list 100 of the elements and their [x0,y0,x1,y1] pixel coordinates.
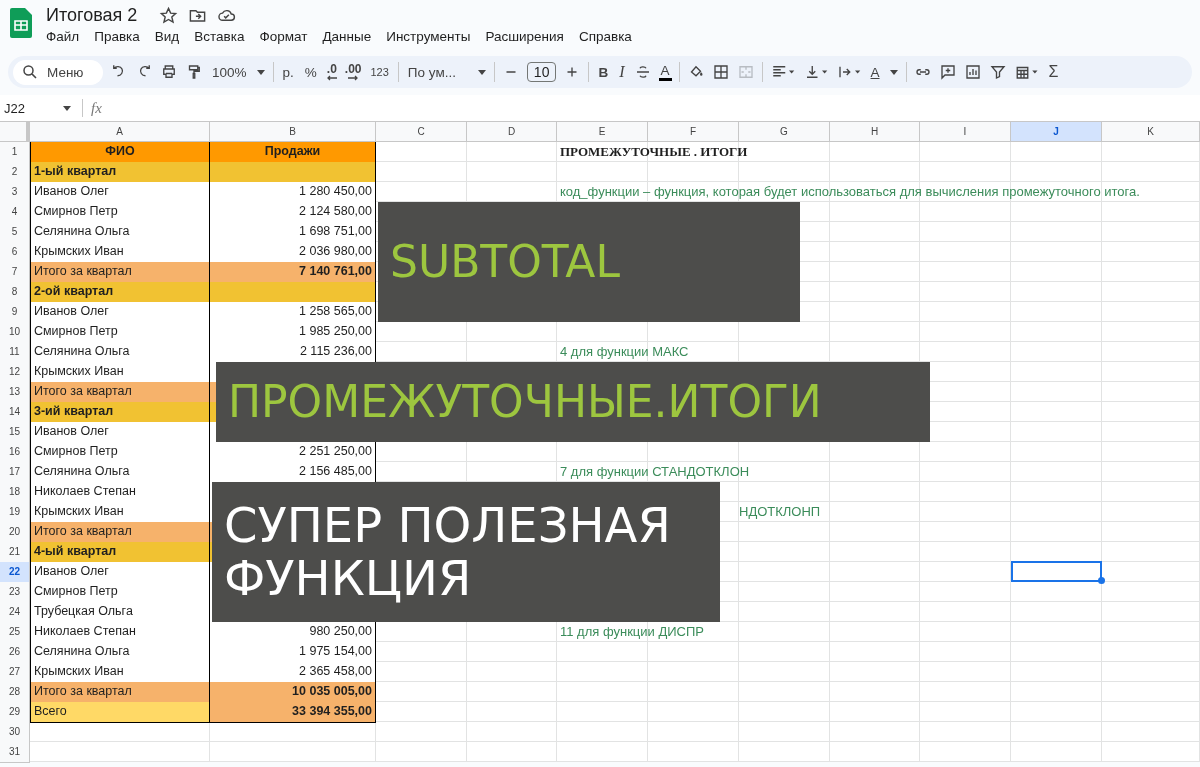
table-cell: Иванов Олег [30,302,210,323]
table-cell-text: НДОТКЛОНП [739,503,822,521]
row-header[interactable]: 25 [0,622,30,643]
menu-item[interactable]: Справка [578,29,632,44]
table-cell: Крымских Иван [30,502,210,523]
print-icon[interactable] [160,63,178,81]
row-header[interactable]: 1 [0,142,30,163]
document-title[interactable]: Итоговая 2 [46,4,138,26]
text-color-button[interactable]: A [658,63,672,81]
row-header[interactable]: 8 [0,282,30,303]
menu-item[interactable]: Данные [322,29,372,44]
font-size-field[interactable]: 10 [526,62,557,82]
row-header[interactable]: 27 [0,662,30,683]
row-header[interactable]: 24 [0,602,30,623]
column-header[interactable]: K [1102,122,1200,142]
menu-item[interactable]: Вставка [194,29,245,44]
add-comment-icon[interactable] [938,63,957,81]
column-header[interactable]: J [1011,122,1102,142]
row-header[interactable]: 10 [0,322,30,343]
caret-icon[interactable] [888,67,899,77]
format-button[interactable]: 123 [368,66,391,78]
merge-cells-icon[interactable] [736,63,755,81]
column-header[interactable]: C [376,122,467,142]
bold-button[interactable]: B [596,64,611,80]
menu-search-field[interactable]: Меню [13,59,103,85]
table-cell: Итого за квартал [30,682,210,703]
table-cell: Итого за квартал [30,262,210,283]
italic-button[interactable]: I [617,63,627,81]
column-header[interactable]: B [210,122,376,142]
menu-item[interactable]: Файл [46,29,80,44]
table-cell: Иванов Олег [30,182,210,203]
row-header[interactable]: 23 [0,582,30,603]
row-header[interactable]: 4 [0,202,30,223]
menu-item[interactable]: Инструменты [386,29,471,44]
font-dropdown[interactable]: По ум... [405,64,470,80]
column-header[interactable]: H [830,122,920,142]
text-rotation-button[interactable]: A [868,64,882,80]
table-cell: 2 115 236,00 [210,342,376,363]
row-header[interactable]: 18 [0,482,30,503]
table-cell: 1 280 450,00 [210,182,376,203]
row-header[interactable]: 19 [0,502,30,523]
decrease-decimal-button[interactable]: .0 [326,63,337,75]
row-header[interactable]: 26 [0,642,30,663]
column-header[interactable]: G [739,122,830,142]
row-header[interactable]: 14 [0,402,30,423]
table-cell: 33 394 355,00 [210,702,376,723]
menu-item[interactable]: Правка [94,29,140,44]
row-header[interactable]: 15 [0,422,30,443]
row-header[interactable]: 6 [0,242,30,263]
increase-decimal-button[interactable]: .00 [344,63,362,75]
table-cell: 1 258 565,00 [210,302,376,323]
row-header[interactable]: 16 [0,442,30,463]
table-cell: 1 698 751,00 [210,222,376,243]
table-cell-text: 11 для функции ДИСПР [559,623,705,641]
row-header[interactable]: 2 [0,162,30,183]
star-icon[interactable] [159,5,179,25]
row-header[interactable]: 12 [0,362,30,383]
table-cell: 1 975 154,00 [210,642,376,663]
table-cell: Николаев Степан [30,482,210,503]
table-cell-text: 4 для функции МАКС [559,343,690,361]
fill-handle[interactable] [1098,577,1105,584]
zoom-dropdown[interactable]: 100% [210,64,249,80]
row-header[interactable]: 28 [0,682,30,703]
table-cell: 980 250,00 [210,622,376,643]
cell-name-box[interactable]: J22 [4,100,62,116]
functions-button[interactable]: Σ [1046,63,1061,81]
menu-item[interactable]: Расширения [485,29,564,44]
column-header[interactable]: E [557,122,648,142]
menu-item[interactable]: Вид [154,29,180,44]
chart-icon[interactable] [963,63,982,81]
column-header[interactable]: F [648,122,739,142]
column-header[interactable]: I [920,122,1011,142]
row-header[interactable]: 21 [0,542,30,563]
column-header[interactable]: D [467,122,557,142]
caret-icon[interactable] [476,67,487,77]
sheets-logo-icon[interactable] [10,8,32,38]
caret-icon[interactable] [255,67,266,77]
row-header[interactable]: 13 [0,382,30,403]
menu-item[interactable]: Формат [259,29,308,44]
cell-selection[interactable] [1011,561,1102,582]
row-header[interactable]: 11 [0,342,30,363]
table-cell: Смирнов Петр [30,582,210,603]
filter-icon[interactable] [988,63,1007,81]
percent-button[interactable]: % [302,64,319,80]
row-header[interactable]: 22 [0,562,30,583]
row-header[interactable]: 7 [0,262,30,283]
table-cell: Крымских Иван [30,362,210,383]
row-header[interactable]: 20 [0,522,30,543]
column-header[interactable]: A [30,122,210,142]
row-header[interactable]: 17 [0,462,30,483]
currency-button[interactable]: р. [280,64,296,80]
borders-icon[interactable] [711,63,730,81]
search-icon [21,63,39,81]
row-header[interactable]: 5 [0,222,30,243]
row-header[interactable]: 3 [0,182,30,203]
row-header[interactable]: 29 [0,702,30,723]
row-header[interactable]: 31 [0,742,30,763]
row-header[interactable]: 9 [0,302,30,323]
row-header[interactable]: 30 [0,722,30,743]
caret-icon[interactable] [62,103,72,113]
